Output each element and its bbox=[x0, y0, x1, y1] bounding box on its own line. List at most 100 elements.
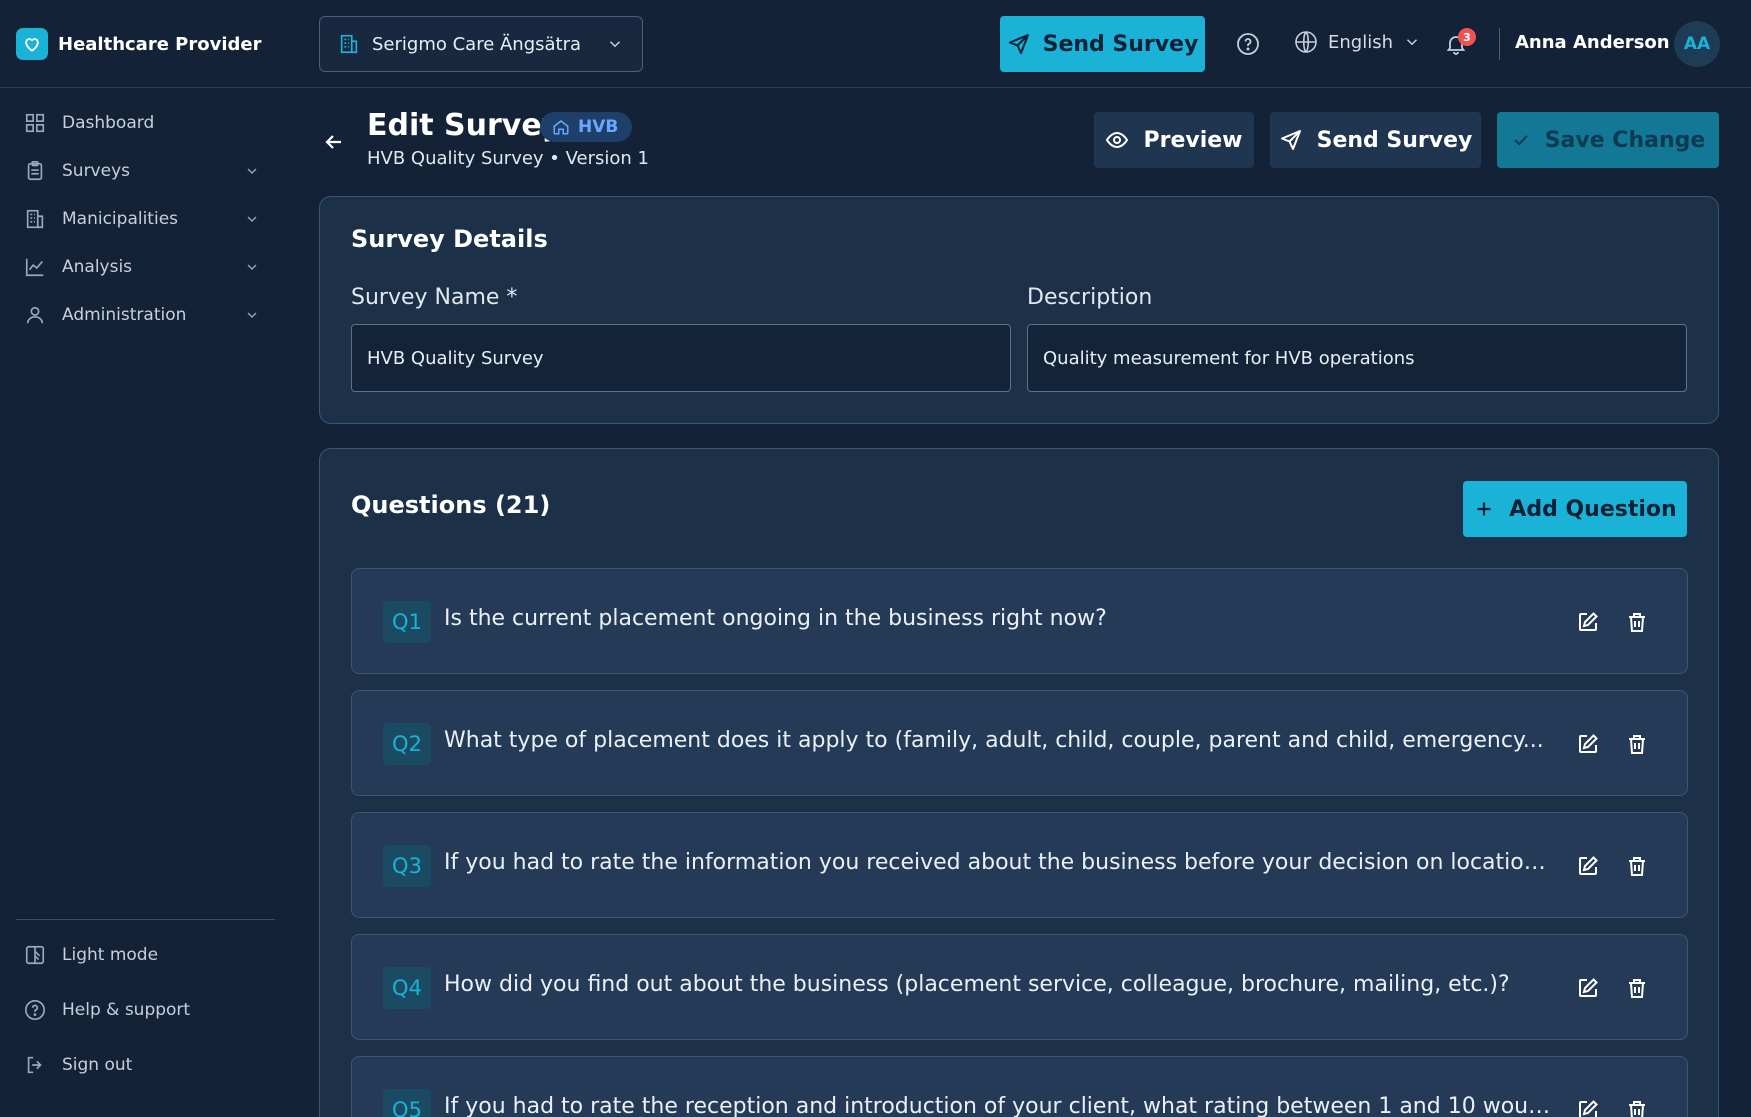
plus-icon bbox=[1473, 498, 1495, 520]
edit-icon[interactable] bbox=[1576, 854, 1600, 878]
edit-icon[interactable] bbox=[1576, 976, 1600, 1000]
chevron-down-icon bbox=[244, 211, 260, 227]
chevron-down-icon bbox=[244, 307, 260, 323]
chevron-down-icon bbox=[244, 259, 260, 275]
edit-icon[interactable] bbox=[1576, 1098, 1600, 1117]
sidebar-item-light-mode[interactable]: Light mode bbox=[16, 935, 268, 975]
user-name[interactable]: Anna Anderson bbox=[1515, 32, 1670, 53]
chevron-down-icon bbox=[606, 35, 624, 53]
trash-icon[interactable] bbox=[1625, 976, 1649, 1000]
sidebar: Dashboard Surveys Manicipalities Analysi… bbox=[0, 89, 290, 1117]
survey-details-title: Survey Details bbox=[351, 225, 548, 253]
questions-title: Questions (21) bbox=[351, 491, 551, 519]
sidebar-item-municipalities[interactable]: Manicipalities bbox=[16, 199, 268, 239]
heart-icon bbox=[16, 28, 48, 60]
survey-name-input[interactable]: HVB Quality Survey bbox=[351, 324, 1011, 392]
question-text: If you had to rate the information you r… bbox=[444, 850, 1554, 875]
question-text: Is the current placement ongoing in the … bbox=[444, 606, 1107, 631]
edit-icon[interactable] bbox=[1576, 610, 1600, 634]
grid-icon bbox=[24, 112, 46, 134]
survey-details-card: Survey Details Survey Name * HVB Quality… bbox=[319, 196, 1719, 424]
sidebar-divider bbox=[16, 919, 275, 920]
sidebar-item-help[interactable]: Help & support bbox=[16, 990, 268, 1030]
send-icon bbox=[1279, 128, 1303, 152]
notification-count-badge: 3 bbox=[1458, 28, 1476, 46]
sidebar-item-label: Dashboard bbox=[62, 113, 155, 133]
back-arrow-icon[interactable] bbox=[322, 130, 346, 154]
top-bar: Healthcare Provider Serigmo Care Ängsätr… bbox=[0, 0, 1751, 88]
question-row[interactable]: Q5 If you had to rate the reception and … bbox=[351, 1056, 1688, 1117]
trash-icon[interactable] bbox=[1625, 610, 1649, 634]
chevron-down-icon bbox=[244, 163, 260, 179]
header-divider bbox=[1499, 28, 1500, 60]
question-row[interactable]: Q1 Is the current placement ongoing in t… bbox=[351, 568, 1688, 674]
sidebar-item-label: Light mode bbox=[62, 945, 159, 965]
question-text: How did you find out about the business … bbox=[444, 972, 1510, 997]
chart-line-icon bbox=[24, 256, 46, 278]
avatar[interactable]: AA bbox=[1674, 21, 1720, 67]
category-badge: HVB bbox=[540, 112, 633, 142]
question-row[interactable]: Q4 How did you find out about the busine… bbox=[351, 934, 1688, 1040]
sidebar-item-analysis[interactable]: Analysis bbox=[16, 247, 268, 287]
question-text: If you had to rate the reception and int… bbox=[444, 1094, 1554, 1117]
check-icon bbox=[1511, 130, 1531, 150]
send-survey-label: Send Survey bbox=[1316, 127, 1473, 153]
sidebar-item-sign-out[interactable]: Sign out bbox=[16, 1045, 268, 1085]
add-question-label: Add Question bbox=[1509, 496, 1677, 522]
sidebar-item-label: Sign out bbox=[62, 1055, 133, 1075]
save-change-button[interactable]: Save Change bbox=[1497, 112, 1719, 168]
trash-icon[interactable] bbox=[1625, 732, 1649, 756]
language-select[interactable]: English bbox=[1294, 30, 1421, 54]
question-row[interactable]: Q2 What type of placement does it apply … bbox=[351, 690, 1688, 796]
building-icon bbox=[24, 208, 46, 230]
organization-select[interactable]: Serigmo Care Ängsätra bbox=[319, 16, 643, 72]
preview-button[interactable]: Preview bbox=[1094, 112, 1254, 168]
clipboard-icon bbox=[24, 160, 46, 182]
theme-icon bbox=[24, 944, 46, 966]
questions-card: Questions (21) Add Question Q1 Is the cu… bbox=[319, 448, 1719, 1117]
description-input[interactable]: Quality measurement for HVB operations bbox=[1027, 324, 1687, 392]
send-survey-top-label: Send Survey bbox=[1042, 31, 1199, 57]
save-change-label: Save Change bbox=[1544, 127, 1706, 153]
sidebar-item-label: Help & support bbox=[62, 1000, 191, 1020]
description-label: Description bbox=[1027, 285, 1153, 310]
question-row[interactable]: Q3 If you had to rate the information yo… bbox=[351, 812, 1688, 918]
globe-icon bbox=[1294, 30, 1318, 54]
send-icon bbox=[1007, 32, 1031, 56]
sign-out-icon bbox=[24, 1054, 46, 1076]
sidebar-item-label: Administration bbox=[62, 305, 187, 325]
send-survey-button[interactable]: Send Survey bbox=[1270, 112, 1481, 168]
edit-icon[interactable] bbox=[1576, 732, 1600, 756]
preview-label: Preview bbox=[1143, 127, 1243, 153]
brand[interactable]: Healthcare Provider bbox=[16, 28, 261, 60]
brand-name: Healthcare Provider bbox=[58, 33, 262, 55]
help-circle-icon bbox=[24, 999, 46, 1021]
page-title: Edit Survey bbox=[367, 108, 562, 143]
question-number: Q3 bbox=[383, 845, 431, 887]
question-text: What type of placement does it apply to … bbox=[444, 728, 1544, 753]
trash-icon[interactable] bbox=[1625, 1098, 1649, 1117]
trash-icon[interactable] bbox=[1625, 854, 1649, 878]
sidebar-item-administration[interactable]: Administration bbox=[16, 295, 268, 335]
survey-name-label: Survey Name * bbox=[351, 285, 518, 310]
question-number: Q1 bbox=[383, 601, 431, 643]
sidebar-item-dashboard[interactable]: Dashboard bbox=[16, 103, 268, 143]
help-icon[interactable] bbox=[1236, 32, 1260, 56]
sidebar-item-label: Surveys bbox=[62, 161, 130, 181]
notifications-button[interactable]: 3 bbox=[1444, 28, 1476, 56]
chevron-down-icon bbox=[1403, 33, 1421, 51]
user-icon bbox=[24, 304, 46, 326]
add-question-button[interactable]: Add Question bbox=[1463, 481, 1687, 537]
question-number: Q4 bbox=[383, 967, 431, 1009]
organization-label: Serigmo Care Ängsätra bbox=[372, 33, 582, 55]
send-survey-top-button[interactable]: Send Survey bbox=[1000, 16, 1205, 72]
language-label: English bbox=[1328, 31, 1393, 53]
question-number: Q2 bbox=[383, 723, 431, 765]
sidebar-item-label: Manicipalities bbox=[62, 209, 179, 229]
question-number: Q5 bbox=[383, 1089, 431, 1117]
eye-icon bbox=[1105, 128, 1129, 152]
page-subtitle: HVB Quality Survey • Version 1 bbox=[367, 148, 649, 169]
home-icon bbox=[552, 118, 570, 136]
sidebar-item-surveys[interactable]: Surveys bbox=[16, 151, 268, 191]
sidebar-item-label: Analysis bbox=[62, 257, 133, 277]
